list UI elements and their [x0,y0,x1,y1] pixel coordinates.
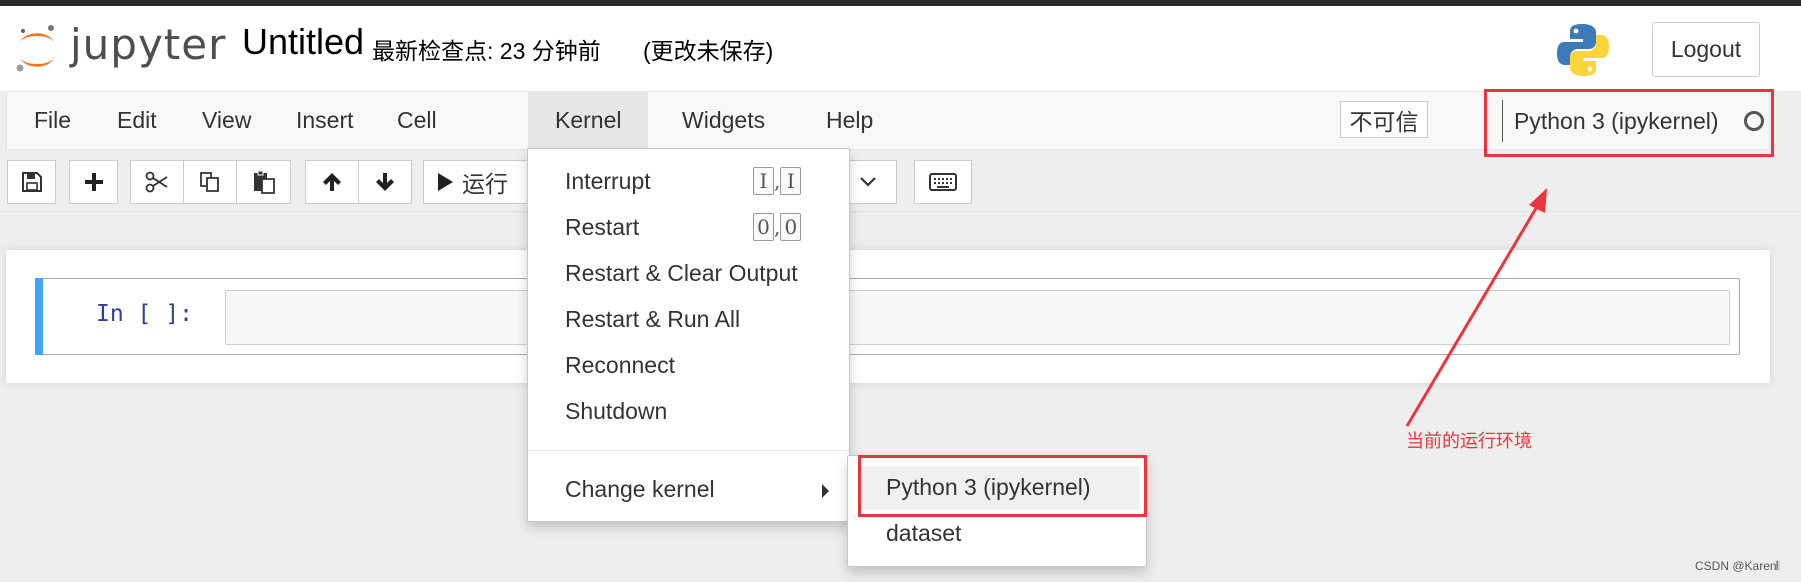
annotation-arrow [1405,188,1547,427]
watermark: CSDN @Karen𝄃 [1695,559,1780,573]
annotation-text: 当前的运行环境 [1406,431,1532,451]
